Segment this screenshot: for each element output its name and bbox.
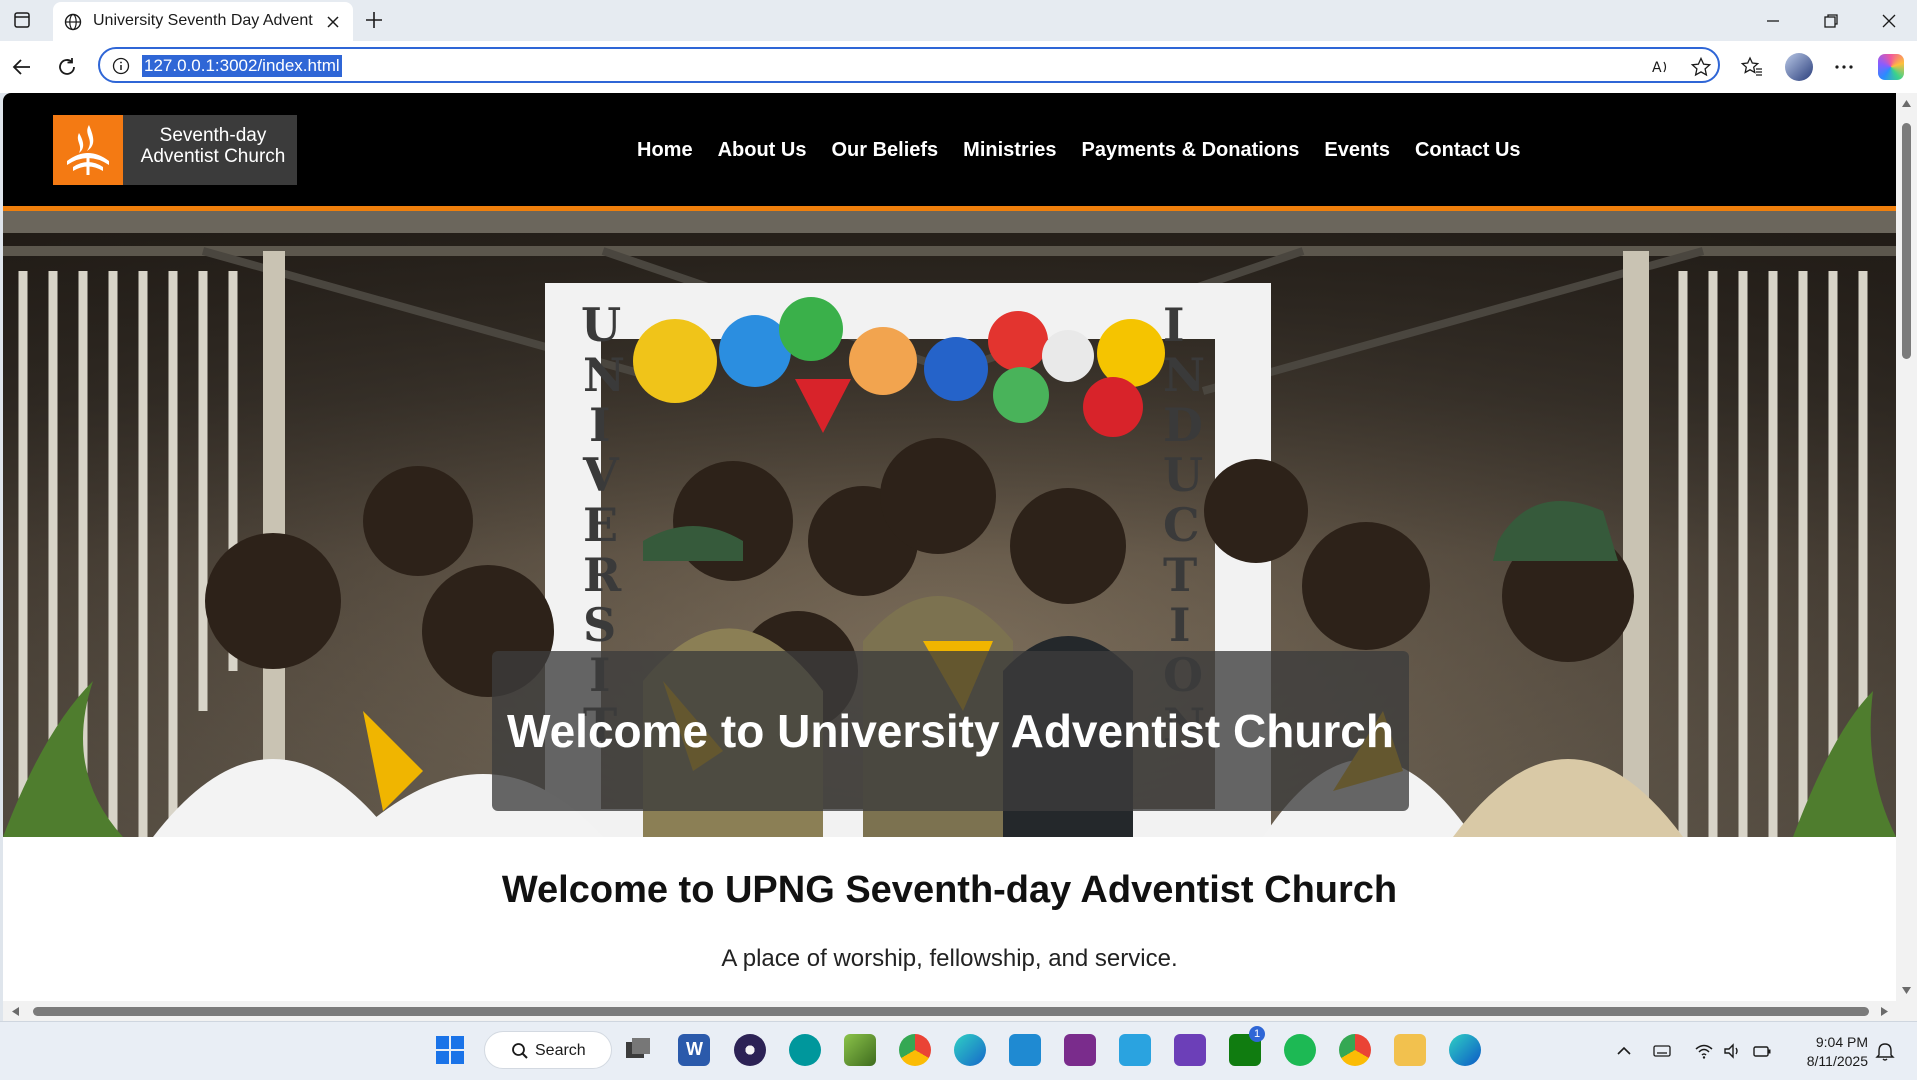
search-icon xyxy=(512,1043,528,1059)
vscode-icon[interactable] xyxy=(1009,1034,1041,1066)
battery-icon[interactable] xyxy=(1752,1041,1772,1061)
minimize-icon[interactable] xyxy=(1762,10,1784,32)
xbox-icon[interactable]: 1 xyxy=(1229,1026,1265,1066)
tab-actions-icon[interactable] xyxy=(12,10,32,30)
more-menu-icon[interactable] xyxy=(1832,55,1856,79)
address-bar[interactable]: 127.0.0.1:3002/index.html A xyxy=(98,47,1720,83)
scroll-right-arrow-icon[interactable] xyxy=(1879,1006,1889,1017)
svg-text:N: N xyxy=(583,348,625,402)
main-nav: Home About Us Our Beliefs Ministries Pay… xyxy=(637,137,1546,167)
eclipse-icon[interactable] xyxy=(734,1034,766,1066)
svg-text:S: S xyxy=(583,598,616,652)
svg-text:A: A xyxy=(1652,60,1662,76)
logo-wordmark: Seventh-day Adventist Church xyxy=(133,125,293,167)
tagline-text: A place of worship, fellowship, and serv… xyxy=(721,945,1178,972)
nav-ministries[interactable]: Ministries xyxy=(963,137,1056,167)
file-explorer-icon[interactable] xyxy=(1394,1034,1426,1066)
chrome-profile-icon[interactable] xyxy=(1339,1034,1371,1066)
page-viewport: Seventh-day Adventist Church Home About … xyxy=(3,93,1896,1001)
spotify-icon[interactable] xyxy=(1284,1034,1316,1066)
word-icon[interactable]: W xyxy=(678,1034,710,1066)
svg-text:V: V xyxy=(582,448,620,502)
clock-date: 8/11/2025 xyxy=(1806,1053,1868,1069)
logo-line-1: Seventh-day xyxy=(159,125,267,146)
back-icon[interactable] xyxy=(10,55,34,79)
hero-caption-box: Welcome to University Adventist Church xyxy=(492,651,1409,811)
keyboard-icon[interactable] xyxy=(1652,1041,1672,1061)
restore-icon[interactable] xyxy=(1820,10,1842,32)
browser-tab[interactable]: University Seventh Day Adventist xyxy=(53,2,353,41)
hero-banner: UNI VER SIT IND UCT ION Welcome to Unive… xyxy=(3,211,1896,837)
edge-dev-icon[interactable] xyxy=(954,1034,986,1066)
site-info-icon[interactable] xyxy=(112,57,130,75)
remote-desktop-icon[interactable] xyxy=(1119,1034,1151,1066)
copilot-icon[interactable] xyxy=(1878,54,1904,80)
refresh-icon[interactable] xyxy=(55,55,79,79)
taskbar-search[interactable]: Search xyxy=(484,1031,612,1069)
edge-icon[interactable] xyxy=(1449,1034,1481,1066)
tab-title: University Seventh Day Adventist xyxy=(93,12,313,29)
close-tab-icon[interactable] xyxy=(325,14,341,30)
nav-events[interactable]: Events xyxy=(1324,137,1390,167)
visual-studio-icon[interactable] xyxy=(1174,1034,1206,1066)
task-view-icon[interactable] xyxy=(622,1034,654,1066)
close-window-icon[interactable] xyxy=(1878,10,1900,32)
site-header: Seventh-day Adventist Church Home About … xyxy=(3,93,1896,211)
vertical-scroll-thumb[interactable] xyxy=(1902,123,1911,359)
nav-home[interactable]: Home xyxy=(637,137,693,167)
app-icon[interactable] xyxy=(1064,1034,1096,1066)
notepad-plus-icon[interactable] xyxy=(844,1034,876,1066)
svg-text:I: I xyxy=(1163,298,1185,352)
read-aloud-icon[interactable]: A xyxy=(1650,56,1672,78)
globe-icon xyxy=(64,13,82,31)
horizontal-scrollbar[interactable] xyxy=(3,1001,1917,1021)
svg-text:C: C xyxy=(1163,498,1200,552)
svg-text:I: I xyxy=(589,398,611,452)
svg-text:R: R xyxy=(583,548,622,602)
nav-our-beliefs[interactable]: Our Beliefs xyxy=(831,137,938,167)
arduino-icon[interactable] xyxy=(789,1034,821,1066)
sda-logo[interactable]: Seventh-day Adventist Church xyxy=(53,115,297,185)
scroll-down-arrow-icon[interactable] xyxy=(1901,985,1912,995)
chrome-icon[interactable] xyxy=(899,1034,931,1066)
nav-contact-us[interactable]: Contact Us xyxy=(1415,137,1521,167)
scroll-left-arrow-icon[interactable] xyxy=(11,1006,21,1017)
xbox-badge: 1 xyxy=(1249,1026,1265,1042)
nav-about-us[interactable]: About Us xyxy=(718,137,807,167)
horizontal-scroll-thumb[interactable] xyxy=(33,1007,1869,1016)
svg-text:D: D xyxy=(1163,398,1203,452)
taskbar: Search W 1 9:04 PM 8/11/2025 xyxy=(0,1021,1917,1080)
svg-text:N: N xyxy=(1163,348,1205,402)
wifi-icon[interactable] xyxy=(1694,1041,1714,1061)
hero-caption-text: Welcome to University Adventist Church xyxy=(507,705,1394,757)
notification-bell-icon[interactable] xyxy=(1874,1041,1896,1063)
browser-toolbar: 127.0.0.1:3002/index.html A xyxy=(0,41,1917,93)
clock-time: 9:04 PM xyxy=(1815,1034,1868,1050)
svg-text:I: I xyxy=(1169,598,1191,652)
svg-text:T: T xyxy=(1163,548,1197,602)
volume-icon[interactable] xyxy=(1722,1041,1742,1061)
favorite-star-icon[interactable] xyxy=(1690,56,1712,78)
svg-text:E: E xyxy=(583,498,618,552)
welcome-heading: Welcome to UPNG Seventh-day Adventist Ch… xyxy=(501,869,1398,911)
show-hidden-icons-icon[interactable] xyxy=(1614,1041,1634,1061)
favorites-icon[interactable] xyxy=(1740,55,1764,79)
tab-strip: University Seventh Day Adventist xyxy=(0,0,1917,41)
profile-avatar[interactable] xyxy=(1785,53,1813,81)
sda-flame-icon xyxy=(53,115,123,185)
new-tab-icon[interactable] xyxy=(362,8,386,32)
search-label: Search xyxy=(535,1042,586,1059)
start-icon[interactable] xyxy=(434,1034,466,1066)
svg-text:U: U xyxy=(1163,448,1203,502)
system-clock[interactable]: 9:04 PM 8/11/2025 xyxy=(1790,1033,1868,1071)
svg-text:U: U xyxy=(581,298,621,352)
nav-payments-donations[interactable]: Payments & Donations xyxy=(1082,137,1300,167)
url-text[interactable]: 127.0.0.1:3002/index.html xyxy=(142,55,342,77)
logo-line-2: Adventist Church xyxy=(140,146,286,167)
scroll-up-arrow-icon[interactable] xyxy=(1901,99,1912,109)
vertical-scrollbar[interactable] xyxy=(1896,93,1917,1001)
